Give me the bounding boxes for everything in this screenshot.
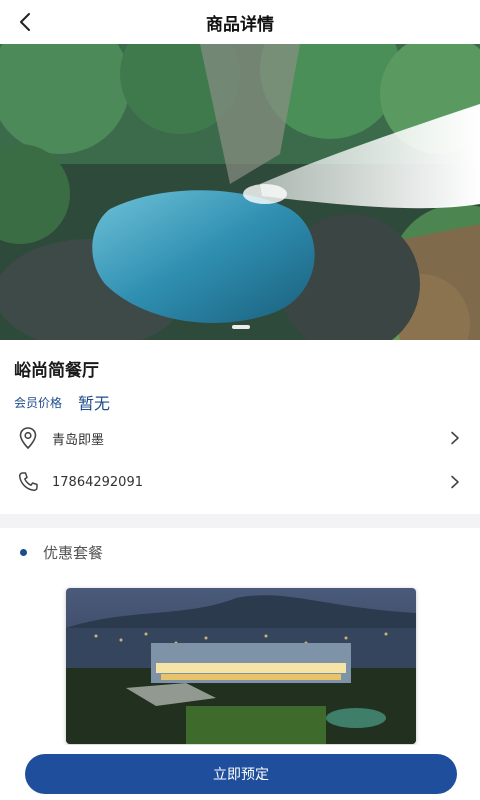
address-row[interactable]: 青岛即墨 xyxy=(0,416,480,460)
section-divider xyxy=(0,514,480,528)
member-price-label: 会员价格 xyxy=(14,395,63,410)
top-bar: 商品详情 xyxy=(0,0,480,44)
resort-night-image xyxy=(66,588,416,744)
hero-image-carousel[interactable] xyxy=(0,44,480,340)
member-price-value: 暂无 xyxy=(78,394,111,413)
phone-row[interactable]: 17864292091 xyxy=(0,460,480,504)
shop-name: 峪尚简餐厅 xyxy=(14,361,99,381)
chevron-right-icon xyxy=(451,475,459,489)
bullet-dot-icon xyxy=(20,548,27,556)
member-price-row: 会员价格 暂无 xyxy=(14,390,110,414)
carousel-indicator xyxy=(232,325,250,329)
page-title: 商品详情 xyxy=(206,15,274,35)
package-section-header: 优惠套餐 xyxy=(20,540,103,564)
section-title: 优惠套餐 xyxy=(43,543,104,562)
phone-icon xyxy=(18,472,38,492)
phone-text: 17864292091 xyxy=(52,474,143,490)
waterfall-pool-image xyxy=(0,44,480,340)
bottom-bar: 立即预定 xyxy=(0,745,480,800)
chevron-right-icon xyxy=(451,431,459,445)
package-image[interactable] xyxy=(66,588,416,744)
book-now-button[interactable]: 立即预定 xyxy=(25,754,457,794)
address-text: 青岛即墨 xyxy=(52,432,105,448)
location-pin-icon xyxy=(19,427,37,450)
